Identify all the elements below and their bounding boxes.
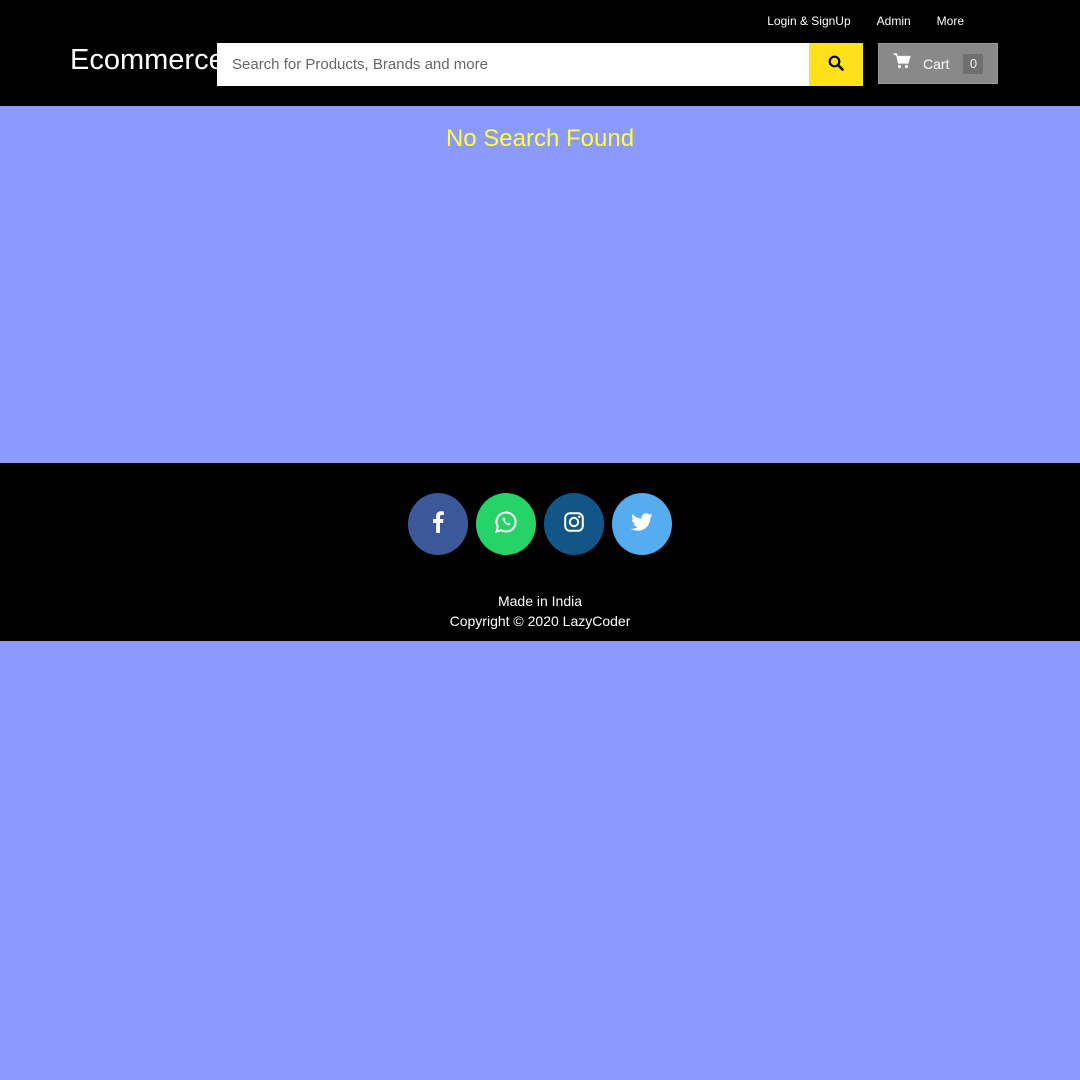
made-in-text: Made in India [497, 593, 583, 609]
whatsapp-button[interactable] [476, 493, 536, 555]
cart-button[interactable]: Cart 0 [878, 43, 998, 84]
login-signup-link[interactable]: Login & SignUp [767, 14, 850, 28]
copyright-text: Copyright © 2020 LazyCoder [449, 613, 631, 629]
instagram-icon [564, 511, 584, 537]
search-input[interactable] [217, 43, 809, 86]
instagram-button[interactable] [544, 493, 604, 555]
more-link[interactable]: More [937, 14, 964, 28]
cart-label: Cart [923, 55, 950, 72]
top-nav: Login & SignUp Admin More [767, 14, 964, 28]
footer: Made in India Copyright © 2020 LazyCoder [0, 463, 1080, 641]
twitter-button[interactable] [612, 493, 672, 555]
whatsapp-icon [495, 510, 517, 538]
search-button[interactable] [809, 43, 863, 86]
facebook-icon [432, 510, 444, 538]
social-links [0, 493, 1080, 555]
cart-count-badge: 0 [963, 53, 984, 74]
no-search-found-message: No Search Found [445, 125, 635, 152]
twitter-icon [631, 512, 653, 536]
admin-link[interactable]: Admin [877, 14, 911, 28]
search-bar [217, 43, 863, 86]
cart-icon [893, 53, 911, 74]
brand-logo[interactable]: Ecommerce [70, 43, 230, 77]
search-icon [828, 55, 844, 74]
facebook-button[interactable] [408, 493, 468, 555]
header: Login & SignUp Admin More Ecommerce Cart… [0, 0, 1080, 106]
